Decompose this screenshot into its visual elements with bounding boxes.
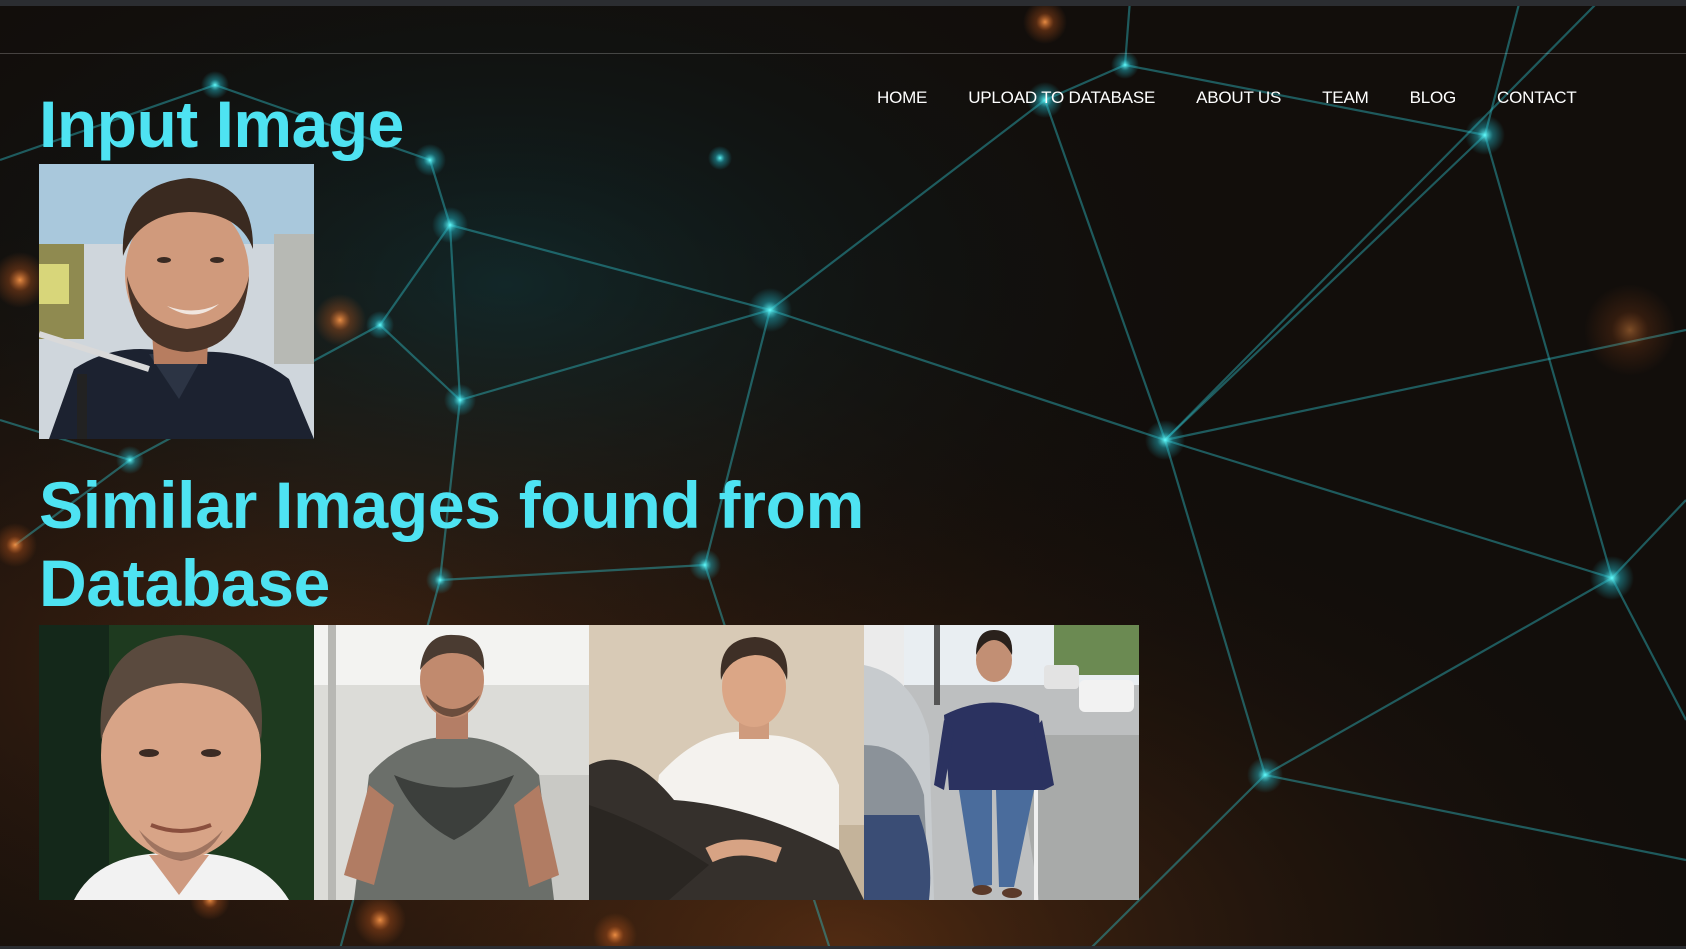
input-image — [39, 164, 314, 439]
nav-blog[interactable]: BLOG — [1410, 88, 1457, 108]
nav-team[interactable]: TEAM — [1322, 88, 1369, 108]
nav-upload-to-database[interactable]: UPLOAD TO DATABASE — [968, 88, 1155, 108]
browser-top-strip — [0, 0, 1686, 6]
nav-contact[interactable]: CONTACT — [1497, 88, 1577, 108]
nav-home[interactable]: HOME — [877, 88, 927, 108]
similar-image-3 — [589, 625, 864, 900]
input-image-title: Input Image — [39, 87, 404, 161]
main-nav: HOME UPLOAD TO DATABASE ABOUT US TEAM BL… — [877, 88, 1577, 108]
nav-about-us[interactable]: ABOUT US — [1196, 88, 1281, 108]
similar-image-1 — [39, 625, 314, 900]
header-divider — [0, 53, 1686, 54]
similar-images-title: Similar Images found from Database — [39, 468, 864, 620]
similar-images-row — [39, 625, 1139, 900]
similar-image-4 — [864, 625, 1139, 900]
similar-image-2 — [314, 625, 589, 900]
